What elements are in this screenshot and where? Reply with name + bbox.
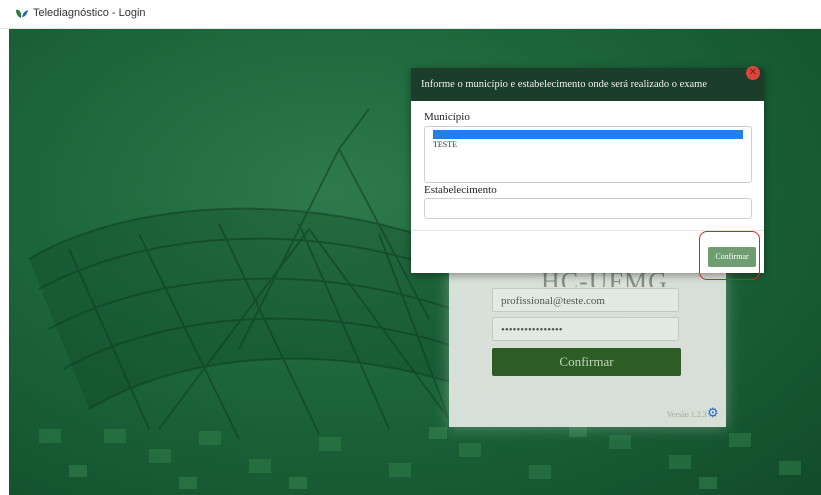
municipio-listbox[interactable]: TESTE <box>424 126 752 183</box>
municipio-label: Município <box>424 111 470 123</box>
app-logo-icon <box>16 9 28 18</box>
modal-header: Informe o município e estabelecimento on… <box>411 68 764 101</box>
modal-title: Informe o município e estabelecimento on… <box>421 79 708 90</box>
window-title: Telediagnóstico - Login <box>33 7 146 19</box>
login-confirm-button[interactable]: Confirmar <box>492 348 681 376</box>
login-background: HC-UFMG profissional@teste.com •••••••••… <box>9 29 821 495</box>
version-label: Versão 1.2.3 <box>667 410 707 419</box>
estabelecimento-label: Estabelecimento <box>424 184 497 196</box>
municipio-option-selected[interactable] <box>433 130 743 139</box>
email-field[interactable]: profissional@teste.com <box>492 288 679 312</box>
location-modal: Informe o município e estabelecimento on… <box>411 66 764 280</box>
gear-icon[interactable]: ⚙ <box>707 405 719 421</box>
password-field[interactable]: •••••••••••••••• <box>492 317 679 341</box>
estabelecimento-field[interactable] <box>424 198 752 219</box>
login-card: HC-UFMG profissional@teste.com •••••••••… <box>449 269 726 427</box>
municipio-option[interactable]: TESTE <box>433 140 457 149</box>
decorative-tiles <box>39 425 801 489</box>
highlight-annotation <box>699 231 760 280</box>
close-icon[interactable]: ✕ <box>746 66 760 80</box>
window-titlebar: Telediagnóstico - Login <box>0 0 821 29</box>
